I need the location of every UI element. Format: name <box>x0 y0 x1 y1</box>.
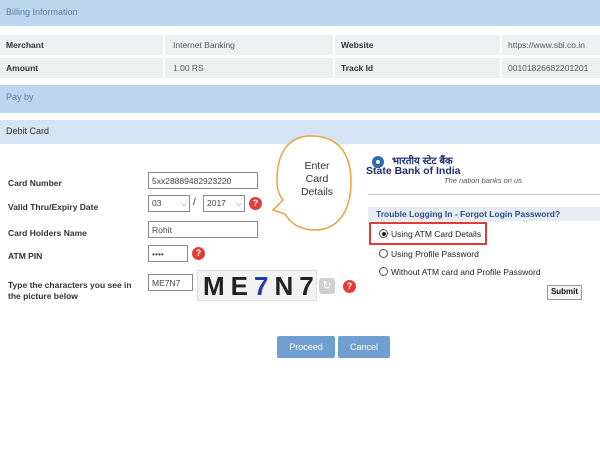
refresh-icon[interactable]: ↻ <box>319 278 335 294</box>
captcha-help-icon[interactable]: ? <box>343 280 356 293</box>
trouble-logging-link[interactable]: Trouble Logging In - Forgot Login Passwo… <box>368 207 600 221</box>
debit-card-title: Debit Card <box>6 126 50 136</box>
captcha-input[interactable]: ME7N7 <box>148 274 193 291</box>
radio-label: Using ATM Card Details <box>391 229 482 239</box>
atm-pin-label: ATM PIN <box>8 251 43 261</box>
callout-line: Details <box>300 186 334 198</box>
merchant-row: Merchant Internet Banking Website https:… <box>0 35 600 55</box>
chevron-down-icon: ⌵ <box>235 199 242 208</box>
divider <box>368 194 600 195</box>
callout-line: Enter <box>304 160 330 172</box>
track-id-label: Track Id <box>341 63 374 73</box>
merchant-value: Internet Banking <box>173 40 235 50</box>
expiry-year-value: 2017 <box>207 198 226 208</box>
chevron-down-icon: ⌵ <box>180 199 187 208</box>
radio-label: Using Profile Password <box>391 249 479 259</box>
captcha-label: Type the characters you see in the pictu… <box>8 280 132 301</box>
card-holder-label: Card Holders Name <box>8 228 87 238</box>
expiry-help-icon[interactable]: ? <box>249 197 262 210</box>
radio-without-atm[interactable]: Without ATM card and Profile Password <box>379 267 541 277</box>
pay-by-header: Pay by <box>0 85 600 113</box>
atm-pin-input[interactable]: •••• <box>148 245 188 262</box>
card-number-label: Card Number <box>8 178 62 188</box>
radio-atm-card[interactable]: Using ATM Card Details <box>379 229 481 239</box>
amount-label: Amount <box>6 63 39 73</box>
captcha-image: ME7N7 <box>197 270 317 301</box>
pay-by-title: Pay by <box>6 92 34 102</box>
expiry-month-select[interactable]: 03 ⌵ <box>148 195 190 212</box>
expiry-year-select[interactable]: 2017 ⌵ <box>203 195 245 212</box>
cancel-button[interactable]: Cancel <box>338 336 390 358</box>
website-value: https://www.sbi.co.in <box>508 40 586 50</box>
radio-icon[interactable] <box>379 267 388 276</box>
website-label: Website <box>341 40 374 50</box>
amount-value: 1.00 RS <box>173 63 204 73</box>
radio-icon[interactable] <box>379 249 388 258</box>
captcha-char: N <box>274 271 300 301</box>
captcha-char: 7 <box>254 271 275 301</box>
merchant-label: Merchant <box>6 40 44 50</box>
expiry-month-value: 03 <box>152 198 162 208</box>
sbi-tagline: The nation banks on us <box>444 176 522 185</box>
radio-selected-icon[interactable] <box>379 229 388 238</box>
captcha-char: E <box>230 271 255 301</box>
pin-help-icon[interactable]: ? <box>192 247 205 260</box>
expiry-separator: / <box>193 197 196 208</box>
callout-line: Card <box>305 173 329 185</box>
billing-info-header: Billing Information <box>0 0 600 26</box>
radio-profile-password[interactable]: Using Profile Password <box>379 249 479 259</box>
billing-info-title: Billing Information <box>6 7 78 17</box>
submit-button[interactable]: Submit <box>547 285 582 300</box>
expiry-label: Valid Thru/Expiry Date <box>8 202 99 212</box>
callout-text: Enter Card Details <box>287 160 347 199</box>
captcha-char: 7 <box>299 271 320 301</box>
card-holder-input[interactable]: Rohit <box>148 221 258 238</box>
captcha-char: M <box>203 271 231 301</box>
radio-label: Without ATM card and Profile Password <box>391 267 541 277</box>
amount-row: Amount 1.00 RS Track Id 0010182668220120… <box>0 58 600 78</box>
proceed-button[interactable]: Proceed <box>277 336 335 358</box>
track-id-value: 00101826682201201 <box>508 63 589 73</box>
card-number-input[interactable]: 5xx28889482923220 <box>148 172 258 189</box>
